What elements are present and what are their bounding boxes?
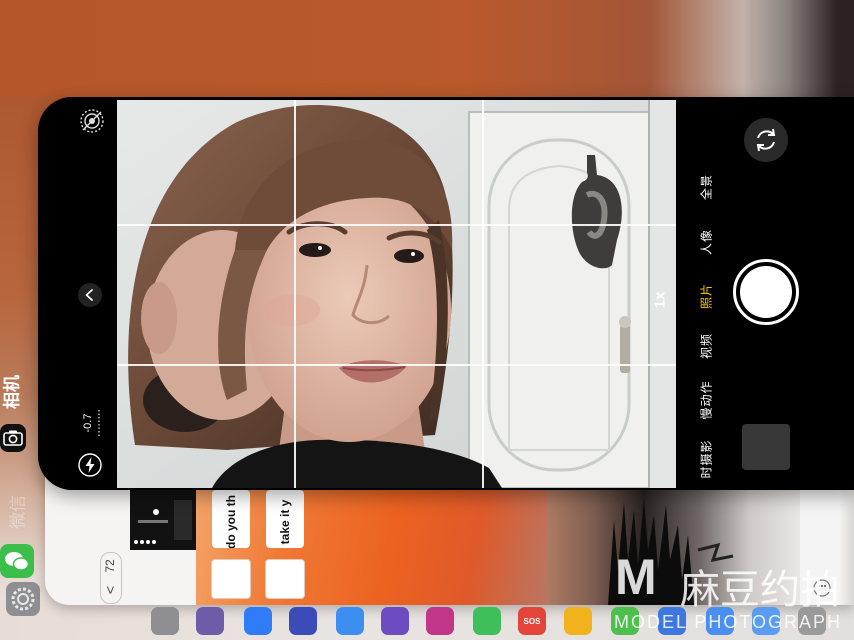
image-message[interactable] [266,560,304,598]
app-icon[interactable] [381,607,409,635]
mode-video[interactable]: 视频 [698,333,715,359]
unread-count: 72 [103,559,117,573]
last-photo-thumbnail[interactable] [742,424,790,470]
mode-photo[interactable]: 照片 [698,283,715,309]
wechat-app-label: 微信 [8,495,28,529]
camera-app-label: 相机 [2,375,22,409]
shutter-button[interactable] [733,259,799,325]
message-text: take it y [278,499,292,545]
live-photo-icon[interactable] [79,108,105,134]
wallpaper-top [0,0,854,112]
camera-preview[interactable] [117,100,676,488]
camera-app-card[interactable]: -0.7 1x 全景 人像 照片 视频 慢动作 时摄影 [38,97,854,490]
settings-app-icon[interactable] [6,582,40,616]
browser-icon[interactable] [336,607,364,635]
chat-image-thumbnail[interactable] [130,490,196,550]
thumbnail-image [134,500,192,544]
app-icon[interactable] [196,607,224,635]
exposure-value[interactable]: -0.7 [82,414,94,433]
message-bubble[interactable]: do you th [212,490,250,548]
calendar-icon[interactable] [289,607,317,635]
camera-app-icon[interactable] [0,424,26,452]
app-store-icon[interactable] [244,607,272,635]
gear-icon [11,587,35,611]
chevron-icon[interactable] [77,282,103,308]
message-bubble[interactable]: take it y [266,490,304,548]
app-icon[interactable] [426,607,454,635]
wechat-app-icon[interactable] [0,544,34,578]
flash-icon[interactable] [77,452,103,478]
watermark-brand: 麻豆约拍 [680,568,840,612]
watermark-tagline: MODEL PHOTOGRAPH [614,612,843,632]
messages-icon[interactable] [473,607,501,635]
settings-icon[interactable] [151,607,179,635]
switch-camera-icon [756,128,776,152]
zoom-level[interactable]: 1x [652,292,669,309]
viewfinder-image [117,100,676,488]
mode-time-lapse[interactable]: 时摄影 [698,439,715,478]
wechat-icon [5,552,30,571]
image-message[interactable] [212,560,250,598]
camera-icon [3,430,23,446]
mode-slo-mo[interactable]: 慢动作 [698,380,715,419]
switch-camera-button[interactable] [744,118,788,162]
mode-pano[interactable]: 全景 [698,174,715,200]
shutter-inner [740,266,792,318]
exposure-scale [98,410,100,436]
door [468,111,650,488]
watermark-logo: M [615,549,657,605]
mode-portrait[interactable]: 人像 [698,229,715,255]
message-text: do you th [224,495,238,548]
sunflower-icon[interactable] [564,607,592,635]
back-button[interactable]: < [102,586,118,594]
sos-icon[interactable]: SOS [518,607,546,635]
